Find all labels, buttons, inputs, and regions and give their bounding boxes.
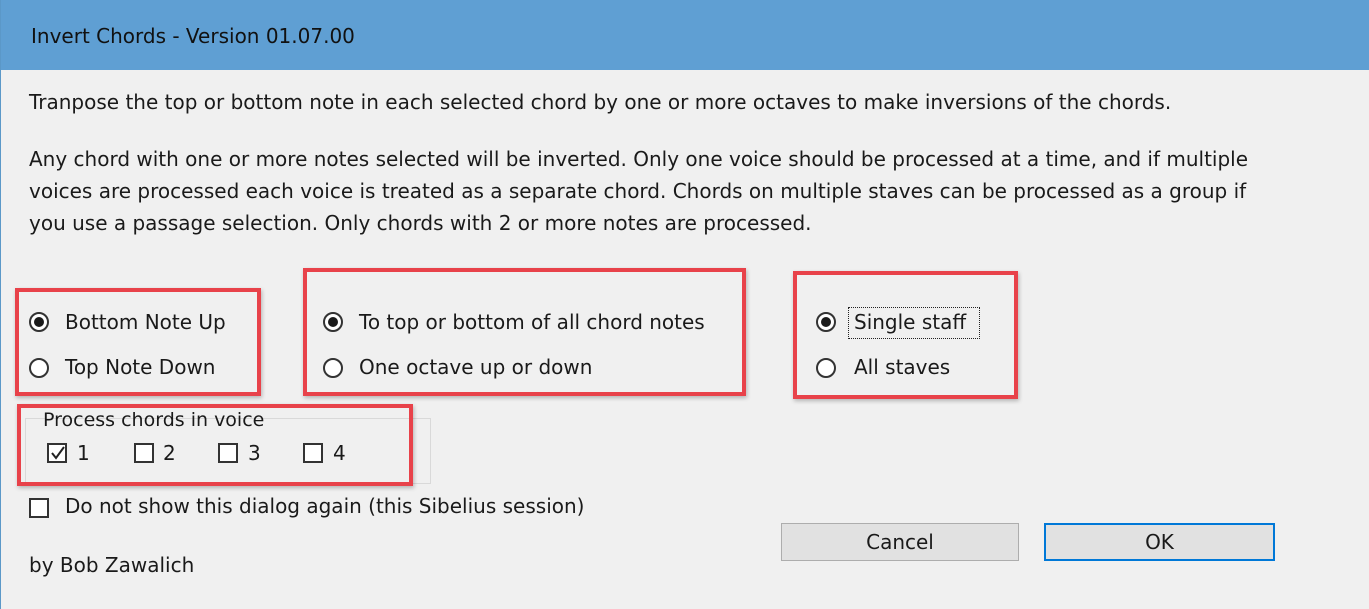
description-line: Tranpose the top or bottom note in each … (29, 90, 1172, 114)
description-paragraph-line: voices are processed each voice is treat… (29, 179, 1247, 203)
voice-4-label: 4 (333, 441, 346, 465)
title-bar[interactable]: Invert Chords - Version 01.07.00 (1, 0, 1369, 70)
direction-highlight-box (15, 288, 261, 396)
radio-all-staves[interactable] (816, 358, 836, 378)
checkbox-voice-1[interactable] (47, 443, 67, 463)
voice-group-label: Process chords in voice (43, 409, 265, 431)
radio-bottom-note-up[interactable] (29, 312, 49, 332)
checkbox-voice-2[interactable] (134, 443, 154, 463)
description-paragraph: Any chord with one or more notes selecte… (29, 143, 1248, 239)
voice-3-label: 3 (248, 441, 261, 465)
check-icon (51, 446, 65, 460)
cancel-button[interactable]: Cancel (781, 523, 1019, 561)
one-octave-label: One octave up or down (359, 355, 593, 379)
radio-top-or-bottom[interactable] (323, 312, 343, 332)
single-staff-label: Single staff (854, 310, 967, 334)
checkbox-voice-4[interactable] (303, 443, 323, 463)
description-paragraph-line: Any chord with one or more notes selecte… (29, 147, 1249, 171)
ok-button[interactable]: OK (1044, 523, 1275, 561)
top-or-bottom-label: To top or bottom of all chord notes (359, 310, 705, 334)
radio-top-note-down[interactable] (29, 358, 49, 378)
radio-single-staff[interactable] (816, 312, 836, 332)
dont-show-again-label: Do not show this dialog again (this Sibe… (65, 494, 585, 518)
bottom-note-up-label: Bottom Note Up (65, 310, 226, 334)
credit-text: by Bob Zawalich (29, 553, 195, 577)
all-staves-label: All staves (854, 355, 951, 379)
description-paragraph-line: you use a passage selection. Only chords… (29, 211, 812, 235)
radio-one-octave[interactable] (323, 358, 343, 378)
voice-2-label: 2 (163, 441, 176, 465)
invert-chords-dialog: Invert Chords - Version 01.07.00 Tranpos… (0, 0, 1369, 609)
top-note-down-label: Top Note Down (65, 355, 216, 379)
voice-1-label: 1 (77, 441, 90, 465)
checkbox-voice-3[interactable] (218, 443, 238, 463)
window-title: Invert Chords - Version 01.07.00 (31, 24, 355, 48)
checkbox-dont-show-again[interactable] (29, 498, 49, 518)
